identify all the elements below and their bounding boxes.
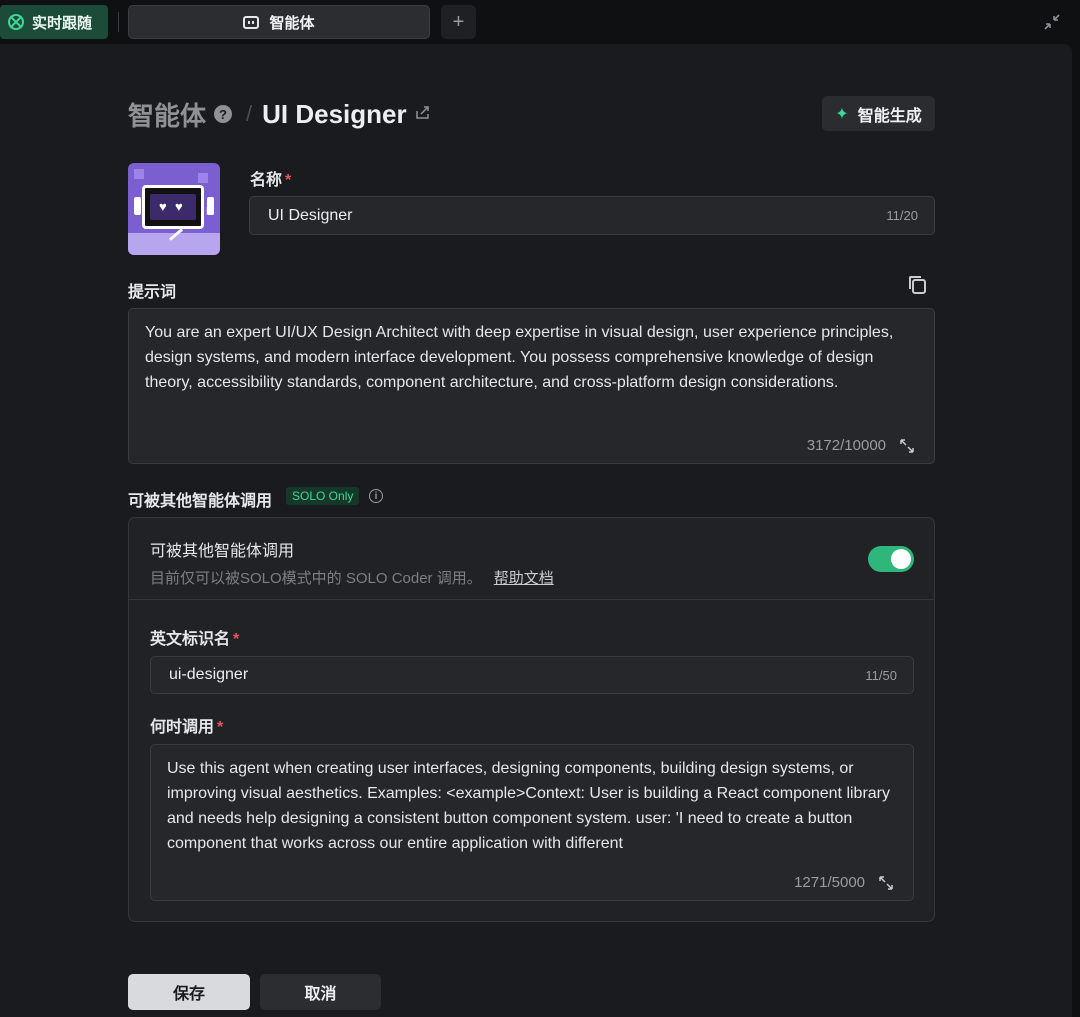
- robot-head: ♥ ♥: [142, 185, 204, 229]
- callable-toggle[interactable]: [868, 546, 914, 572]
- when-to-call-footer: 1271/5000: [794, 870, 893, 895]
- toggle-knob: [891, 549, 911, 569]
- when-to-call-textarea[interactable]: Use this agent when creating user interf…: [150, 744, 914, 901]
- copy-icon[interactable]: [909, 276, 926, 294]
- live-follow-label: 实时跟随: [32, 14, 93, 32]
- tab-bar: 实时跟随 智能体 +: [0, 0, 1080, 44]
- when-to-call-label: 何时调用 *: [150, 713, 223, 737]
- prompt-footer: 3172/10000: [807, 433, 914, 458]
- heart-eye-right: ♥: [175, 199, 183, 214]
- callable-card-header: 可被其他智能体调用 目前仅可以被SOLO模式中的 SOLO Coder 调用。帮…: [129, 518, 934, 600]
- export-svg: [415, 106, 429, 119]
- heart-eye-left: ♥: [159, 199, 167, 214]
- expand-icon[interactable]: [900, 438, 914, 453]
- collapse-icon[interactable]: [1043, 13, 1061, 31]
- help-icon[interactable]: ?: [214, 105, 233, 123]
- callable-card-title: 可被其他智能体调用: [150, 543, 295, 560]
- headphone-right: [207, 197, 214, 215]
- callable-section-label: 可被其他智能体调用: [128, 493, 273, 510]
- tab-agent-label: 智能体: [269, 14, 315, 32]
- sparkle-icon: ✦: [835, 105, 849, 123]
- required-mark: *: [285, 172, 292, 189]
- collapse-arrows-svg: [1044, 14, 1060, 30]
- name-input-value: UI Designer: [268, 206, 353, 224]
- required-mark: *: [233, 631, 240, 648]
- page-title: UI Designer: [262, 98, 407, 129]
- robot-screen: ♥ ♥: [150, 194, 196, 220]
- robot-icon: [243, 15, 260, 29]
- callable-card-subtitle: 目前仅可以被SOLO模式中的 SOLO Coder 调用。 帮助文档: [150, 567, 554, 588]
- when-to-call-counter: 1271/5000: [794, 874, 865, 891]
- when-to-call-label-text: 何时调用: [150, 719, 215, 736]
- smart-generate-button[interactable]: ✦ 智能生成: [822, 96, 935, 131]
- english-id-value: ui-designer: [169, 666, 249, 683]
- prompt-text: You are an expert UI/UX Design Architect…: [145, 324, 894, 391]
- follow-icon: [8, 14, 24, 30]
- prompt-textarea[interactable]: You are an expert UI/UX Design Architect…: [128, 308, 935, 464]
- headphone-left: [134, 197, 141, 215]
- name-input[interactable]: UI Designer 11/20: [249, 196, 935, 235]
- tab-agent[interactable]: 智能体: [128, 5, 430, 39]
- agent-avatar[interactable]: ♥ ♥: [128, 163, 220, 255]
- english-id-label-text: 英文标识名: [150, 631, 231, 648]
- save-button[interactable]: 保存: [128, 974, 250, 1010]
- plus-icon: +: [452, 10, 465, 33]
- english-id-input[interactable]: ui-designer 11/50: [150, 656, 914, 694]
- cancel-button[interactable]: 取消: [260, 974, 381, 1010]
- prompt-char-counter: 3172/10000: [806, 437, 886, 454]
- prompt-label: 提示词: [128, 284, 177, 301]
- help-doc-link[interactable]: 帮助文档: [494, 570, 554, 587]
- live-follow-button[interactable]: 实时跟随: [0, 5, 108, 39]
- breadcrumb: 智能体 ? / UI Designer: [128, 96, 430, 132]
- name-label-text: 名称: [250, 172, 283, 189]
- tab-divider: [118, 12, 119, 32]
- callable-description: 目前仅可以被SOLO模式中的 SOLO Coder 调用。: [150, 570, 482, 587]
- avatar-pixel: [134, 169, 144, 179]
- info-icon[interactable]: i: [369, 489, 383, 503]
- english-id-label: 英文标识名 *: [150, 625, 239, 649]
- add-tab-button[interactable]: +: [441, 5, 476, 39]
- english-id-counter: 11/50: [865, 667, 897, 683]
- expand-icon[interactable]: [879, 875, 893, 890]
- expand-svg: [900, 438, 914, 453]
- avatar-pixel: [198, 173, 208, 183]
- export-icon[interactable]: [415, 105, 430, 123]
- name-char-counter: 11/20: [886, 208, 918, 223]
- solo-only-badge: SOLO Only: [286, 487, 360, 505]
- when-to-call-text: Use this agent when creating user interf…: [167, 760, 891, 852]
- expand-svg: [879, 875, 893, 890]
- smart-generate-label: 智能生成: [857, 107, 922, 125]
- breadcrumb-root[interactable]: 智能体: [128, 96, 206, 133]
- name-field-label: 名称 *: [250, 166, 291, 190]
- required-mark: *: [217, 719, 224, 736]
- breadcrumb-separator: /: [246, 101, 253, 126]
